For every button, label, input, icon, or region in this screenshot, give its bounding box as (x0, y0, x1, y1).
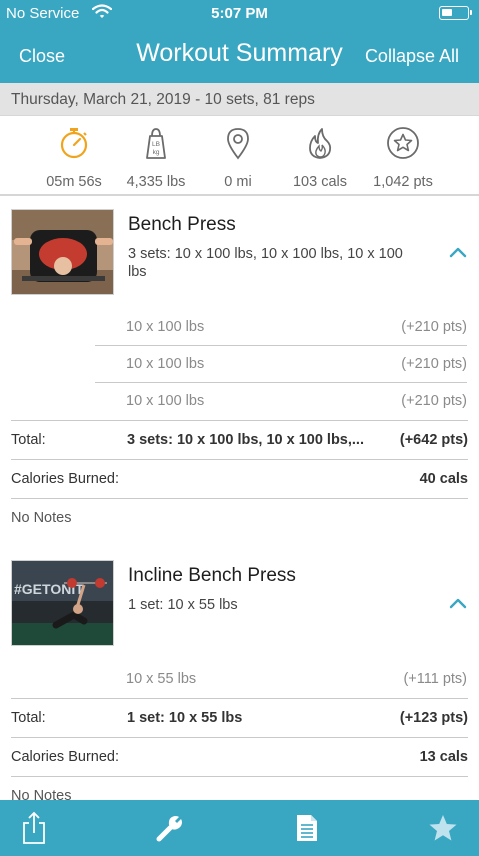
star-badge-icon (387, 127, 419, 159)
set-row: 10 x 100 lbs (+210 pts) (95, 383, 467, 420)
set-points: (+210 pts) (401, 393, 467, 409)
total-points: (+642 pts) (399, 432, 468, 448)
total-label: Total: (11, 710, 46, 726)
total-points: (+123 pts) (399, 710, 468, 726)
collapse-all-button[interactable]: Collapse All (365, 46, 459, 67)
star-icon (429, 815, 457, 841)
status-bar: No Service 5:07 PM (0, 0, 479, 26)
total-label: Total: (11, 432, 46, 448)
exercise-summary: 1 set: 10 x 55 lbs (128, 597, 238, 613)
set-points: (+111 pts) (403, 671, 467, 687)
tab-favorites[interactable] (413, 800, 473, 856)
exercise-name: Incline Bench Press (128, 565, 296, 586)
set-value: 10 x 100 lbs (126, 319, 205, 335)
document-icon (297, 815, 317, 841)
exercise-name: Bench Press (128, 214, 236, 235)
stat-calories-value: 103 cals (292, 174, 347, 190)
status-time: 5:07 PM (211, 5, 268, 22)
share-icon (23, 811, 45, 844)
stats-row: 05m 56s LB kg 4,335 lbs 0 mi 103 cals 1,… (0, 116, 479, 196)
stopwatch-icon (60, 128, 88, 159)
weight-icon-lb: LB (152, 141, 160, 148)
set-value: 10 x 100 lbs (126, 393, 205, 409)
calories-label: Calories Burned: (11, 749, 119, 765)
calories-row: Calories Burned: 13 cals (11, 737, 468, 776)
wrench-icon (156, 816, 182, 842)
tab-share[interactable] (4, 800, 64, 856)
total-value: 3 sets: 10 x 100 lbs, 10 x 100 lbs,... (127, 432, 364, 448)
weight-icon: LB kg (146, 128, 166, 159)
exercise-card-bench-press: Bench Press 3 sets: 10 x 100 lbs, 10 x 1… (0, 198, 479, 543)
total-row: Total: 3 sets: 10 x 100 lbs, 10 x 100 lb… (11, 420, 468, 459)
header: No Service 5:07 PM Close Workout Summary… (0, 0, 479, 83)
navigation-bar: Close Workout Summary Collapse All (0, 26, 479, 83)
exercise-thumbnail[interactable] (11, 209, 114, 295)
set-row: 10 x 100 lbs (+210 pts) (95, 346, 467, 383)
set-row: 10 x 55 lbs (+111 pts) (95, 661, 467, 698)
set-value: 10 x 55 lbs (126, 671, 197, 687)
chevron-up-icon[interactable] (449, 597, 467, 609)
stat-points-value: 1,042 pts (373, 174, 433, 190)
calories-value: 13 cals (419, 749, 468, 765)
tab-tools[interactable] (140, 800, 200, 856)
tab-bar (0, 800, 479, 856)
workout-date-summary: Thursday, March 21, 2019 - 10 sets, 81 r… (0, 83, 479, 116)
set-points: (+210 pts) (401, 319, 467, 335)
flame-icon (309, 128, 332, 159)
tab-notes[interactable] (277, 800, 337, 856)
calories-value: 40 cals (419, 471, 468, 487)
battery-icon (439, 6, 472, 20)
exercise-summary: 3 sets: 10 x 100 lbs, 10 x 100 lbs, 10 x… (128, 246, 403, 280)
location-pin-icon (227, 128, 249, 160)
exercise-thumbnail[interactable]: #GETONIT (11, 560, 114, 646)
set-value: 10 x 100 lbs (126, 356, 205, 372)
chevron-up-icon[interactable] (449, 246, 467, 258)
set-row: 10 x 100 lbs (+210 pts) (95, 309, 467, 346)
calories-row: Calories Burned: 40 cals (11, 459, 468, 498)
total-row: Total: 1 set: 10 x 55 lbs (+123 pts) (11, 698, 468, 737)
notes-row: No Notes (11, 498, 468, 537)
total-value: 1 set: 10 x 55 lbs (127, 710, 243, 726)
notes-text: No Notes (11, 510, 72, 526)
calories-label: Calories Burned: (11, 471, 119, 487)
set-points: (+210 pts) (401, 356, 467, 372)
weight-icon-kg: kg (153, 149, 160, 156)
stat-calories: 103 cals (272, 126, 368, 190)
exercise-card-incline-bench-press: #GETONIT Incline Bench Press 1 set: 10 x… (0, 550, 479, 804)
close-button[interactable]: Close (19, 46, 65, 67)
stat-points: 1,042 pts (355, 126, 451, 190)
